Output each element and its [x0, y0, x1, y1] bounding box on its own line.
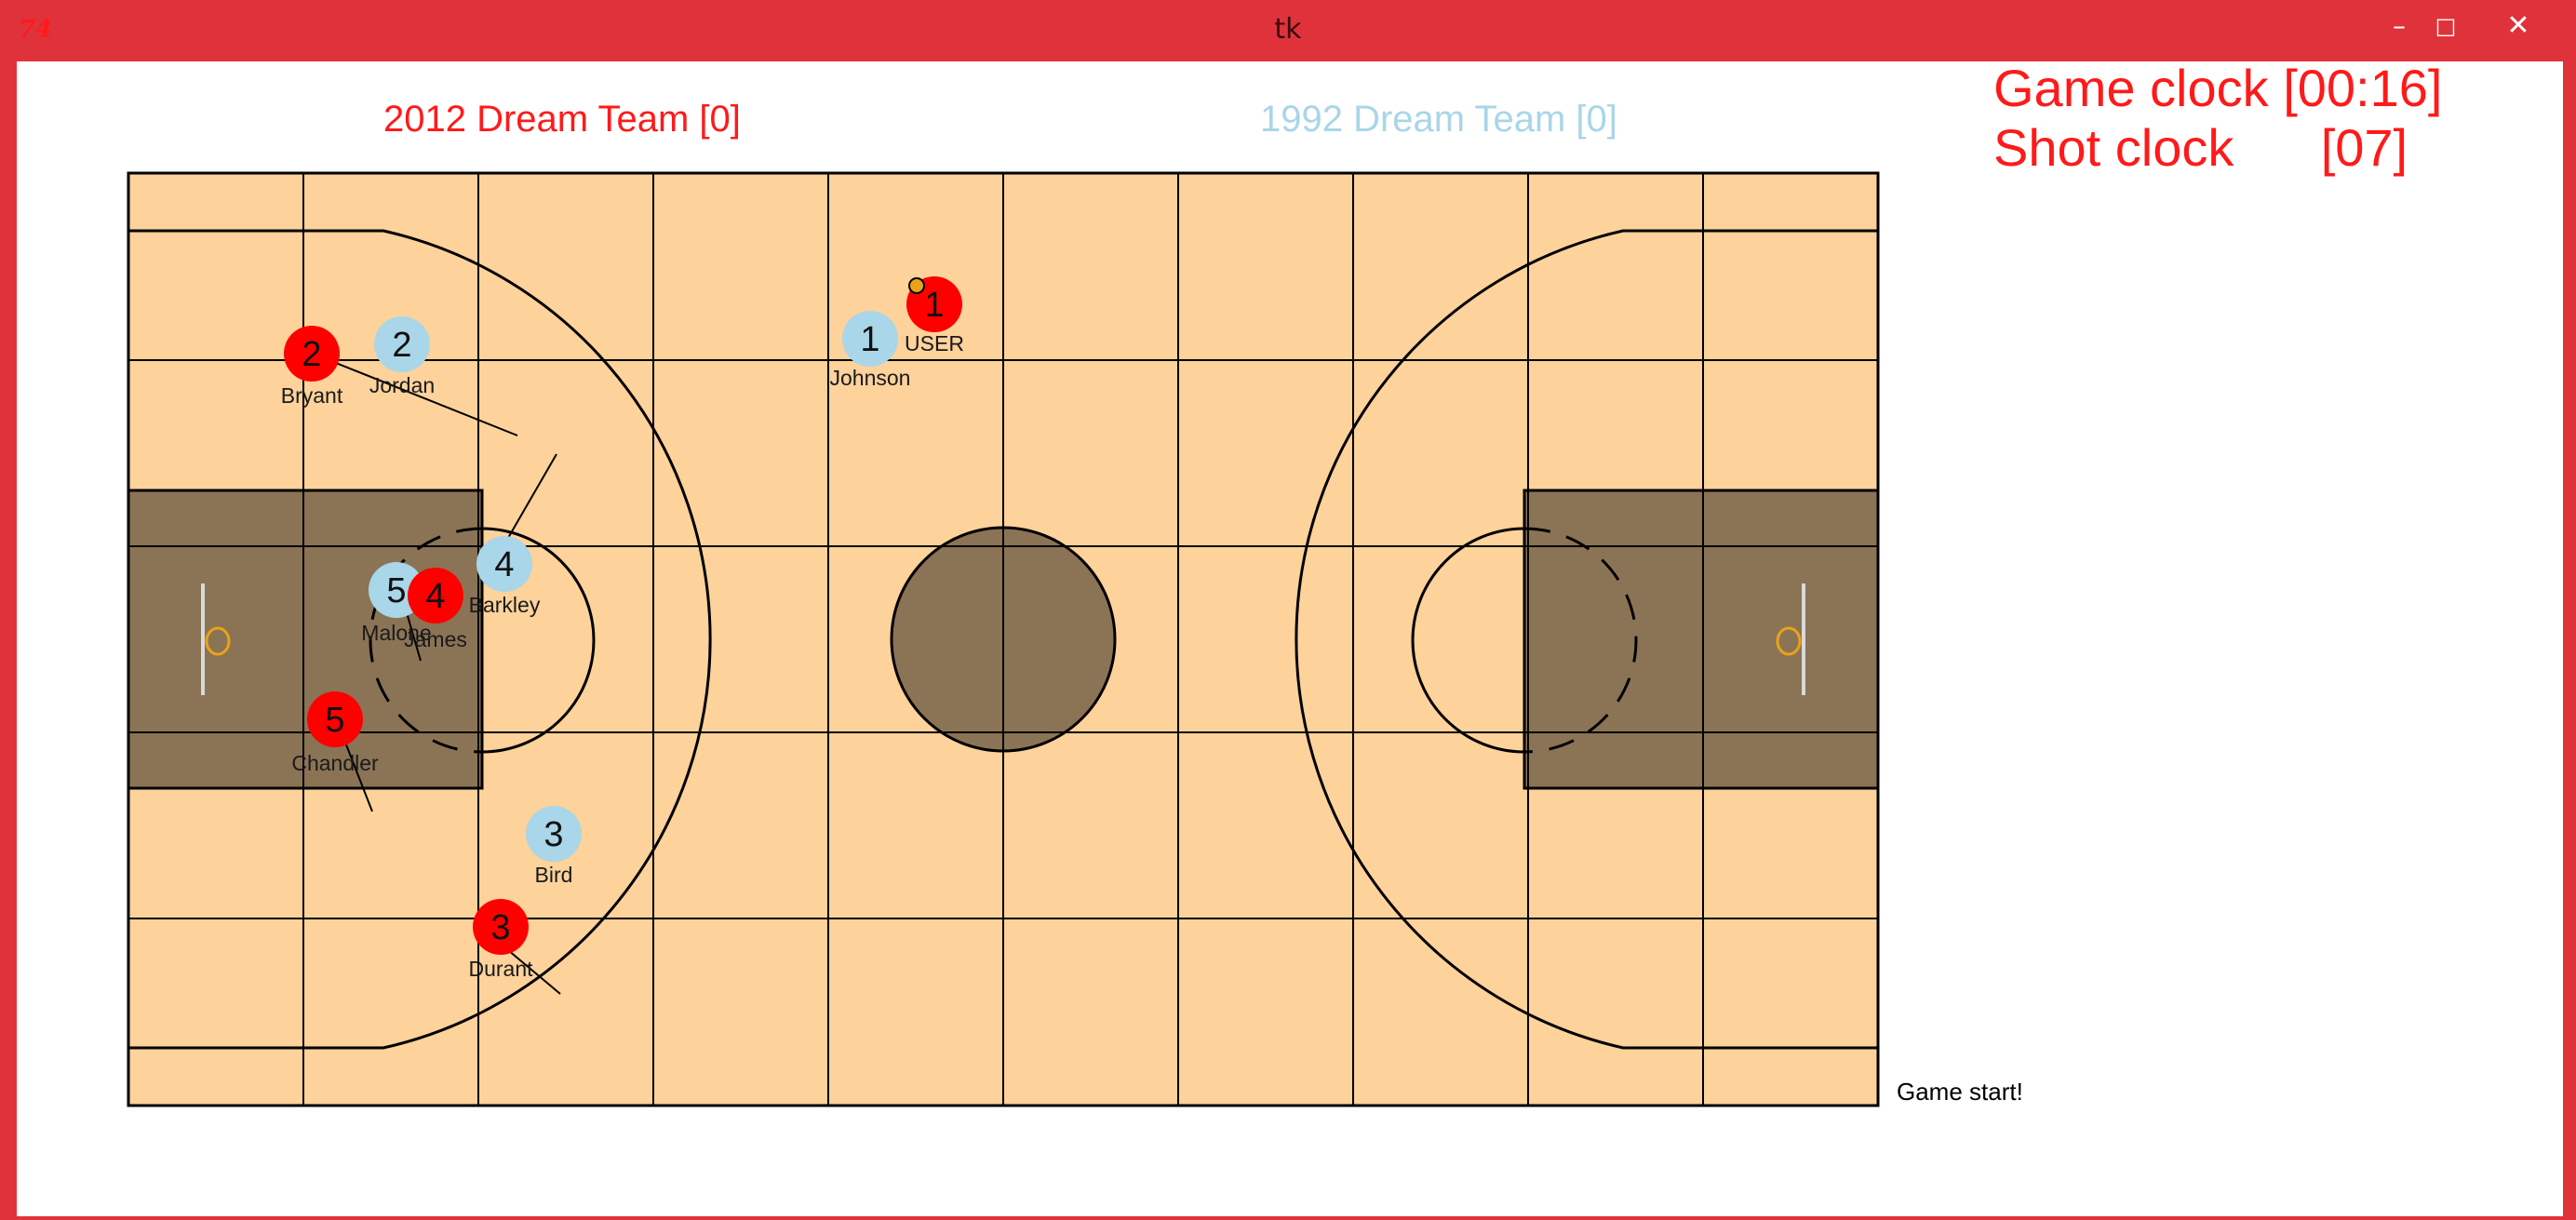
player-name: Barkley — [469, 593, 541, 617]
player-number: 3 — [543, 815, 563, 854]
player-name: Durant — [468, 957, 533, 981]
basketball-court[interactable]: 1Johnson2Jordan3Bird4Barkley5Malone1USER… — [0, 0, 2576, 1220]
player-name: Jordan — [369, 373, 435, 397]
player-name: Bryant — [281, 383, 343, 408]
player-name: James — [404, 627, 467, 651]
player-number: 2 — [302, 335, 321, 374]
right-paint — [1523, 489, 1880, 790]
player-number: 1 — [860, 320, 879, 359]
player-number: 5 — [386, 571, 406, 610]
player-number: 2 — [392, 326, 411, 365]
player-number: 1 — [924, 286, 944, 325]
player-james[interactable]: 4 James — [404, 568, 467, 651]
player-number: 4 — [425, 577, 445, 616]
player-name: Chandler — [291, 751, 379, 775]
player-durant[interactable]: 3 Durant — [468, 899, 533, 981]
player-number: 5 — [325, 701, 344, 740]
player-jordan[interactable]: 2 Jordan — [369, 316, 435, 397]
basketball-icon — [908, 277, 925, 294]
player-name: Bird — [535, 863, 573, 887]
player-bryant[interactable]: 2 Bryant — [281, 326, 343, 408]
player-number: 4 — [494, 545, 514, 584]
player-name: USER — [905, 331, 964, 355]
player-number: 3 — [490, 908, 510, 947]
player-name: Johnson — [830, 366, 911, 390]
